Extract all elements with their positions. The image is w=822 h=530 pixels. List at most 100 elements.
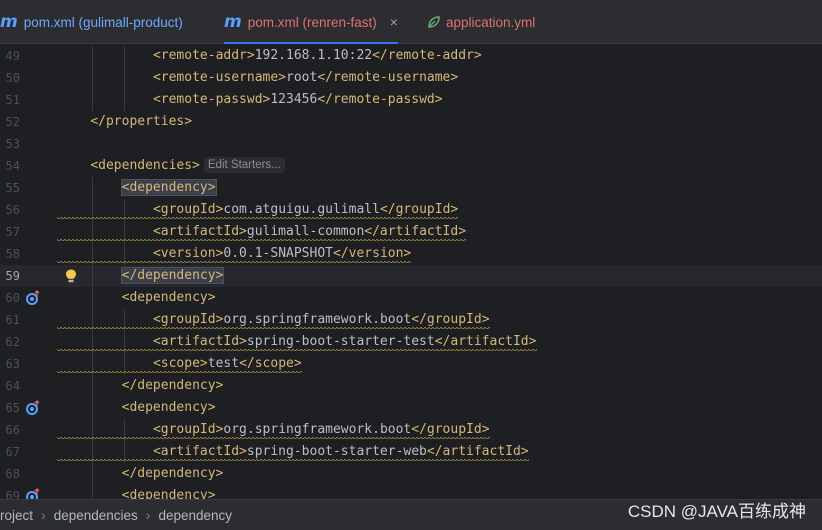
code-line[interactable]: 69 <dependency> xyxy=(0,485,822,499)
code-text[interactable]: <dependency> xyxy=(122,287,216,309)
code-text[interactable]: <remote-addr>192.168.1.10:22</remote-add… xyxy=(153,45,482,67)
line-number: 64 xyxy=(5,379,20,393)
tab-pom-gulimall-product[interactable]: m pom.xml (gulimall-product) xyxy=(0,0,183,44)
xml-value: root xyxy=(286,70,318,85)
tab-pom-renren-fast[interactable]: m pom.xml (renren-fast) × xyxy=(224,0,398,44)
xml-tag: <remote-username> xyxy=(152,70,287,85)
tab-label: application.yml xyxy=(446,14,536,30)
xml-tag: <artifactId> xyxy=(152,334,247,349)
xml-tag: </groupId> xyxy=(411,312,490,327)
tab-label: pom.xml (renren-fast) xyxy=(247,14,377,30)
code-line[interactable]: 62 <artifactId>spring-boot-starter-test</… xyxy=(0,331,822,353)
code-line[interactable]: 53 xyxy=(0,133,822,155)
xml-tag: </dependency> xyxy=(120,267,225,284)
xml-tag: </remote-username> xyxy=(317,70,459,85)
code-line[interactable]: 61 <groupId>org.springframework.boot</gro… xyxy=(0,309,822,331)
xml-tag: </artifactId> xyxy=(426,444,529,459)
line-number: 66 xyxy=(5,423,20,437)
indent-guide xyxy=(123,67,125,89)
warning-underline xyxy=(57,261,412,264)
breadcrumb-item[interactable]: roject xyxy=(0,508,33,523)
code-line[interactable]: 50 <remote-username>root</remote-username… xyxy=(0,67,822,89)
xml-tag: <artifactId> xyxy=(152,444,247,459)
code-line[interactable]: 57 <artifactId>gulimall-common</artifactI… xyxy=(0,221,822,243)
code-line[interactable]: 65 <dependency> xyxy=(0,397,822,419)
code-text[interactable]: <remote-username>root</remote-username> xyxy=(153,67,458,89)
code-text[interactable]: <remote-passwd>123456</remote-passwd> xyxy=(153,89,443,111)
indent-guide xyxy=(92,287,94,309)
code-line[interactable]: 60 <dependency> xyxy=(0,287,822,309)
code-editor[interactable]: 49 <remote-addr>192.168.1.10:22</remote-a… xyxy=(0,44,822,499)
maven-dependency-icon[interactable] xyxy=(25,488,41,499)
chevron-right-icon: › xyxy=(145,507,151,523)
line-number: 63 xyxy=(5,357,20,371)
lightbulb-icon[interactable] xyxy=(63,268,79,284)
xml-value: gulimall-common xyxy=(246,224,365,239)
indent-guide xyxy=(92,67,94,89)
xml-tag: </version> xyxy=(332,246,412,261)
xml-tag: <artifactId> xyxy=(152,224,247,239)
code-line[interactable]: 54 <dependencies> Edit Starters... xyxy=(0,155,822,177)
xml-tag: <remote-passwd> xyxy=(152,92,271,107)
line-number: 62 xyxy=(5,335,20,349)
breadcrumb-item[interactable]: dependencies xyxy=(54,508,138,523)
code-text[interactable]: <dependency> xyxy=(120,177,217,199)
line-number: 57 xyxy=(5,225,20,239)
code-line[interactable]: 59 </dependency> xyxy=(0,265,822,287)
indent-guide xyxy=(123,89,125,111)
maven-dependency-icon[interactable] xyxy=(25,290,41,306)
code-line[interactable]: 63 <scope>test</scope> xyxy=(0,353,822,375)
close-icon[interactable]: × xyxy=(390,14,398,30)
breadcrumb-item[interactable]: dependency xyxy=(158,508,232,523)
code-line[interactable]: 58 <version>0.0.1-SNAPSHOT</version> xyxy=(0,243,822,265)
code-text[interactable]: <dependency> xyxy=(122,485,216,499)
code-text[interactable]: <dependency> xyxy=(122,397,216,419)
line-number: 65 xyxy=(5,401,20,415)
xml-value: 192.168.1.10:22 xyxy=(254,48,373,63)
code-line[interactable]: 67 <artifactId>spring-boot-starter-web</a… xyxy=(0,441,822,463)
code-text[interactable]: </properties> xyxy=(90,111,192,133)
tab-application-yml[interactable]: application.yml xyxy=(426,0,535,44)
code-text[interactable]: </dependency> xyxy=(122,463,224,485)
xml-tag: </groupId> xyxy=(411,422,490,437)
xml-tag: </dependency> xyxy=(121,466,224,481)
maven-dependency-icon[interactable] xyxy=(25,400,41,416)
xml-tag: </properties> xyxy=(90,114,193,129)
code-line[interactable]: 52 </properties> xyxy=(0,111,822,133)
code-line[interactable]: 51 <remote-passwd>123456</remote-passwd> xyxy=(0,89,822,111)
code-text[interactable]: <dependencies> Edit Starters... xyxy=(90,155,285,177)
code-line[interactable]: 49 <remote-addr>192.168.1.10:22</remote-a… xyxy=(0,45,822,67)
line-number: 56 xyxy=(5,203,20,217)
watermark: CSDN @JAVA百练成神 xyxy=(627,502,806,521)
xml-value: test xyxy=(207,356,240,371)
code-line[interactable]: 55 <dependency> xyxy=(0,177,822,199)
leaf-icon xyxy=(428,16,440,28)
code-line[interactable]: 64 </dependency> xyxy=(0,375,822,397)
xml-tag: </remote-addr> xyxy=(372,48,482,63)
xml-value: 0.0.1-SNAPSHOT xyxy=(223,246,333,261)
indent-guide xyxy=(92,463,94,485)
chevron-right-icon: › xyxy=(41,507,46,523)
line-number: 60 xyxy=(5,291,20,305)
xml-tag: <dependency> xyxy=(121,290,216,305)
indent-guide xyxy=(92,265,94,287)
editor-tab-bar: m pom.xml (gulimall-product) m pom.xml (… xyxy=(0,0,822,44)
code-text[interactable]: </dependency> xyxy=(122,375,224,397)
code-line[interactable]: 66 <groupId>org.springframework.boot</gro… xyxy=(0,419,822,441)
edit-starters-hint[interactable]: Edit Starters... xyxy=(203,157,285,173)
xml-value: org.springframework.boot xyxy=(223,422,412,437)
tab-label: pom.xml (gulimall-product) xyxy=(23,14,183,30)
code-line[interactable]: 56 <groupId>com.atguigu.gulimall</groupId… xyxy=(0,199,822,221)
xml-tag: <dependencies> xyxy=(90,158,200,173)
xml-tag: <version> xyxy=(152,246,224,261)
line-number: 69 xyxy=(5,489,20,499)
xml-tag: </scope> xyxy=(239,356,302,371)
warning-underline xyxy=(57,437,490,440)
xml-tag: </groupId> xyxy=(379,202,459,217)
xml-tag: <groupId> xyxy=(152,312,224,327)
xml-value: spring-boot-starter-test xyxy=(246,334,435,349)
code-text[interactable]: </dependency> xyxy=(120,265,225,287)
line-number: 58 xyxy=(5,247,20,261)
line-number: 51 xyxy=(5,93,20,107)
code-line[interactable]: 68 </dependency> xyxy=(0,463,822,485)
